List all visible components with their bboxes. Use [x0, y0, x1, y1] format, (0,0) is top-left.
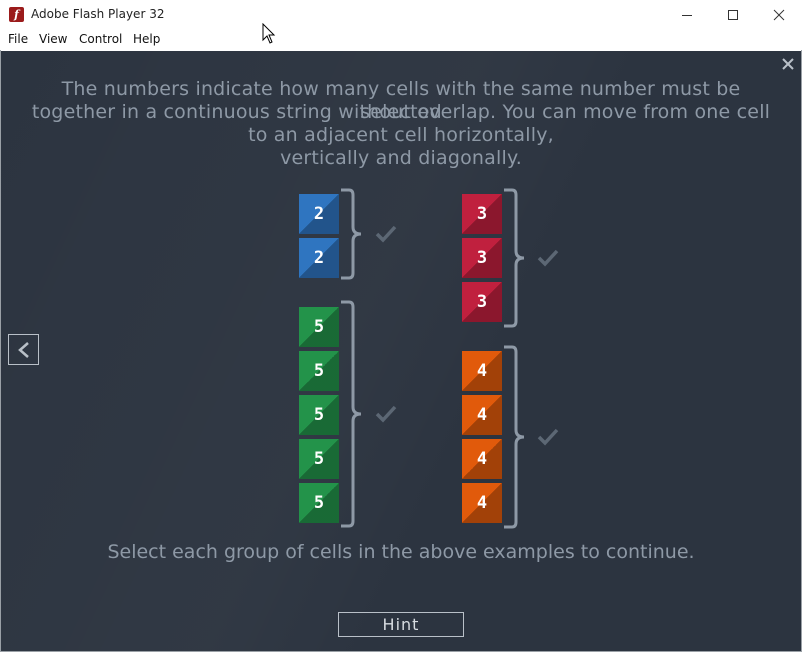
cell-red-1[interactable]: 3 [462, 194, 502, 234]
menu-file[interactable]: File [8, 32, 28, 46]
cell-red-3[interactable]: 3 [462, 282, 502, 322]
cell-blue-2[interactable]: 2 [299, 238, 339, 278]
minimize-icon [682, 15, 692, 16]
checkmark-icon [375, 225, 397, 243]
checkmark-icon [537, 428, 559, 446]
close-icon[interactable] [781, 57, 795, 71]
cell-orange-3[interactable]: 4 [462, 439, 502, 479]
brace-orange [504, 345, 525, 529]
checkmark-icon [537, 249, 559, 267]
cell-green-5[interactable]: 5 [299, 483, 339, 523]
cell-orange-4[interactable]: 4 [462, 483, 502, 523]
chevron-left-icon [17, 341, 29, 358]
cell-red-2[interactable]: 3 [462, 238, 502, 278]
cell-green-1[interactable]: 5 [299, 307, 339, 347]
flash-icon: f [9, 7, 24, 22]
minimize-button[interactable] [664, 0, 710, 30]
back-button[interactable] [8, 334, 39, 365]
brace-green [341, 300, 362, 528]
checkmark-icon [375, 405, 397, 423]
hint-button[interactable]: Hint [338, 612, 464, 637]
menu-view[interactable]: View [39, 32, 67, 46]
close-window-icon [773, 9, 785, 21]
close-window-button[interactable] [756, 0, 802, 30]
instruction-line-4: vertically and diagonally. [280, 147, 522, 169]
cell-green-2[interactable]: 5 [299, 351, 339, 391]
maximize-button[interactable] [710, 0, 756, 30]
maximize-icon [728, 10, 738, 20]
menu-help[interactable]: Help [133, 32, 160, 46]
mouse-cursor-icon [262, 23, 276, 44]
game-stage: The numbers indicate how many cells with… [1, 51, 801, 651]
instruction-line-2: together in a continuous string without … [31, 101, 771, 123]
title-bar: f Adobe Flash Player 32 [0, 0, 802, 30]
window-title: Adobe Flash Player 32 [31, 7, 165, 21]
brace-blue [341, 188, 362, 280]
brace-red [504, 188, 525, 328]
cell-orange-2[interactable]: 4 [462, 395, 502, 435]
menu-bar: File View Control Help [0, 30, 802, 50]
cell-orange-1[interactable]: 4 [462, 351, 502, 391]
continue-instruction: Select each group of cells in the above … [107, 541, 695, 563]
cell-green-3[interactable]: 5 [299, 395, 339, 435]
cell-green-4[interactable]: 5 [299, 439, 339, 479]
menu-control[interactable]: Control [79, 32, 122, 46]
cell-blue-1[interactable]: 2 [299, 194, 339, 234]
instruction-line-3: to an adjacent cell horizontally, [248, 124, 554, 146]
